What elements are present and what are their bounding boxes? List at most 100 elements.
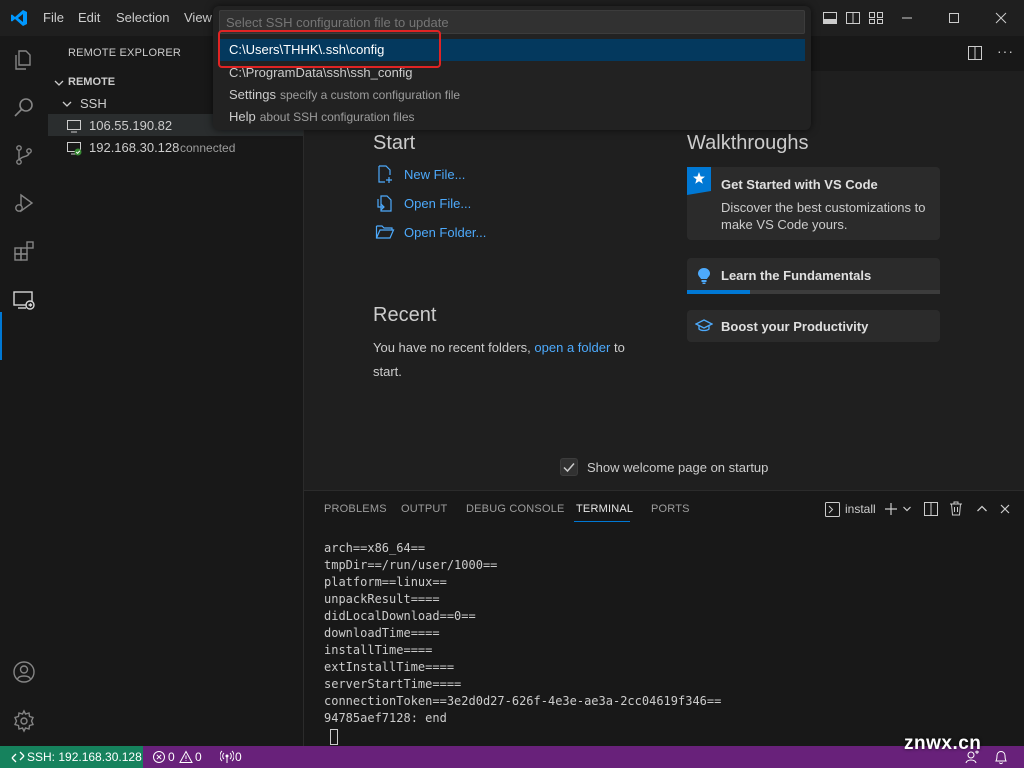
walkthrough-title: Boost your Productivity: [721, 319, 869, 334]
menu-file[interactable]: File: [43, 10, 64, 25]
recent-text-end: start.: [373, 364, 402, 379]
toggle-panel-icon[interactable]: [822, 10, 838, 26]
walkthrough-card-fundamentals[interactable]: Learn the Fundamentals: [687, 258, 940, 294]
run-debug-icon[interactable]: [12, 191, 36, 215]
host-name: 106.55.190.82: [89, 118, 173, 133]
split-terminal-icon[interactable]: [924, 502, 938, 516]
remote-indicator-label: SSH: 192.168.30.128: [27, 750, 142, 764]
notifications-bell-icon[interactable]: [994, 750, 1008, 765]
mortarboard-icon: [695, 319, 713, 332]
quick-pick-item-description: specify a custom configuration file: [279, 88, 461, 102]
start-heading: Start: [373, 132, 416, 154]
status-bar: SSH: 192.168.30.128 0 0 0: [0, 746, 1024, 768]
watermark-text: znwx.cn: [904, 733, 982, 754]
customize-layout-icon[interactable]: [868, 10, 884, 26]
new-file-link[interactable]: New File...: [375, 164, 495, 186]
featured-star-icon: [687, 167, 711, 195]
terminal-line: serverStartTime====: [324, 677, 462, 691]
recent-text-after: to: [613, 340, 625, 355]
error-count: 0: [168, 750, 175, 764]
tab-problems[interactable]: PROBLEMS: [324, 503, 387, 515]
open-folder-icon: [375, 225, 395, 239]
search-icon[interactable]: [12, 96, 36, 120]
terminal-name[interactable]: install: [845, 502, 876, 516]
walkthrough-progress-track: [687, 290, 940, 294]
activity-bar: [0, 36, 48, 746]
tab-terminal[interactable]: TERMINAL: [576, 503, 633, 515]
more-actions-icon[interactable]: ···: [997, 43, 1014, 59]
source-control-icon[interactable]: [12, 143, 36, 167]
minimize-icon[interactable]: [897, 8, 917, 28]
show-on-startup-label: Show welcome page on startup: [587, 460, 769, 475]
ssh-group-label: SSH: [80, 96, 107, 111]
open-file-icon: [377, 195, 392, 212]
split-editor-icon[interactable]: [967, 45, 983, 61]
terminal-output[interactable]: arch==x86_64== tmpDir==/run/user/1000== …: [304, 541, 1024, 745]
remote-indicator[interactable]: SSH: 192.168.30.128: [0, 746, 143, 768]
walkthrough-card-productivity[interactable]: Boost your Productivity: [687, 310, 940, 342]
tab-output[interactable]: OUTPUT: [401, 503, 447, 515]
terminal-line: didLocalDownload==0==: [324, 609, 476, 623]
recent-empty-text: You have no recent folders, open a folde…: [373, 336, 643, 384]
ssh-config-quick-pick: C:\Users\THHK\.ssh\config C:\ProgramData…: [213, 6, 811, 130]
menu-edit[interactable]: Edit: [78, 10, 100, 25]
sidebar-title: REMOTE EXPLORER: [68, 47, 182, 59]
close-panel-icon[interactable]: [999, 503, 1011, 515]
new-file-icon: [378, 165, 392, 183]
show-on-startup-checkbox[interactable]: [560, 458, 578, 476]
remote-explorer-icon[interactable]: [12, 288, 36, 312]
close-window-icon[interactable]: [991, 8, 1011, 28]
quick-pick-item-description: about SSH configuration files: [259, 110, 415, 124]
terminal-line: extInstallTime====: [324, 660, 455, 674]
extensions-icon[interactable]: [12, 239, 36, 263]
walkthrough-card-get-started[interactable]: Get Started with VS Code Discover the be…: [687, 167, 940, 240]
open-a-folder-link[interactable]: open a folder: [534, 340, 610, 355]
terminal-line: downloadTime====: [324, 626, 440, 640]
menu-selection[interactable]: Selection: [116, 10, 169, 25]
tab-debug-console[interactable]: DEBUG CONSOLE: [466, 503, 565, 515]
walkthrough-progress-fill: [687, 290, 751, 294]
plus-icon[interactable]: [884, 502, 898, 516]
terminal-cursor: [330, 729, 338, 745]
bottom-panel: PROBLEMS OUTPUT DEBUG CONSOLE TERMINAL P…: [304, 490, 1024, 746]
open-folder-label: Open Folder...: [404, 225, 487, 240]
recent-heading: Recent: [373, 304, 437, 326]
open-folder-link[interactable]: Open Folder...: [375, 222, 505, 244]
quick-pick-item-label: Settings: [229, 87, 276, 102]
open-file-link[interactable]: Open File...: [375, 193, 495, 215]
manage-gear-icon[interactable]: [12, 709, 36, 733]
walkthroughs-heading: Walkthroughs: [687, 132, 809, 154]
toggle-secondary-sidebar-icon[interactable]: [845, 10, 861, 26]
tab-ports[interactable]: PORTS: [651, 503, 690, 515]
maximize-icon[interactable]: [944, 8, 964, 28]
remote-connection-icon: [11, 751, 25, 763]
menu-view[interactable]: View: [184, 10, 212, 25]
warning-icon: [179, 750, 193, 763]
host-status: connected: [180, 141, 236, 155]
monitor-connected-icon: [67, 142, 82, 156]
terminal-line: installTime====: [324, 643, 433, 657]
quick-pick-item-settings[interactable]: Settings specify a custom configuration f…: [219, 84, 805, 106]
error-icon: [153, 751, 165, 763]
terminal-line: arch==x86_64==: [324, 541, 426, 555]
broadcast-icon: [220, 750, 234, 763]
highlight-annotation-box: [218, 30, 441, 68]
quick-pick-item-label: Help: [229, 109, 256, 124]
chevron-down-icon: [54, 80, 64, 86]
forwarded-ports-status[interactable]: 0: [218, 746, 248, 768]
monitor-icon: [67, 120, 81, 133]
checkmark-icon: [563, 463, 575, 473]
remote-section-label: REMOTE: [68, 76, 116, 88]
trash-icon[interactable]: [949, 501, 963, 516]
new-file-label: New File...: [404, 167, 466, 182]
active-tab-underline: [574, 521, 630, 522]
quick-pick-item-help[interactable]: Help about SSH configuration files: [219, 106, 805, 128]
account-icon[interactable]: [12, 660, 36, 684]
maximize-panel-icon[interactable]: [976, 503, 988, 515]
host-name: 192.168.30.128: [89, 140, 180, 155]
problems-status[interactable]: 0 0: [150, 746, 210, 768]
chevron-down-icon[interactable]: [902, 504, 912, 514]
terminal-line: 94785aef7128: end: [324, 711, 447, 725]
explorer-icon[interactable]: [12, 48, 36, 72]
host-row[interactable]: 192.168.30.128 connected: [48, 136, 303, 158]
